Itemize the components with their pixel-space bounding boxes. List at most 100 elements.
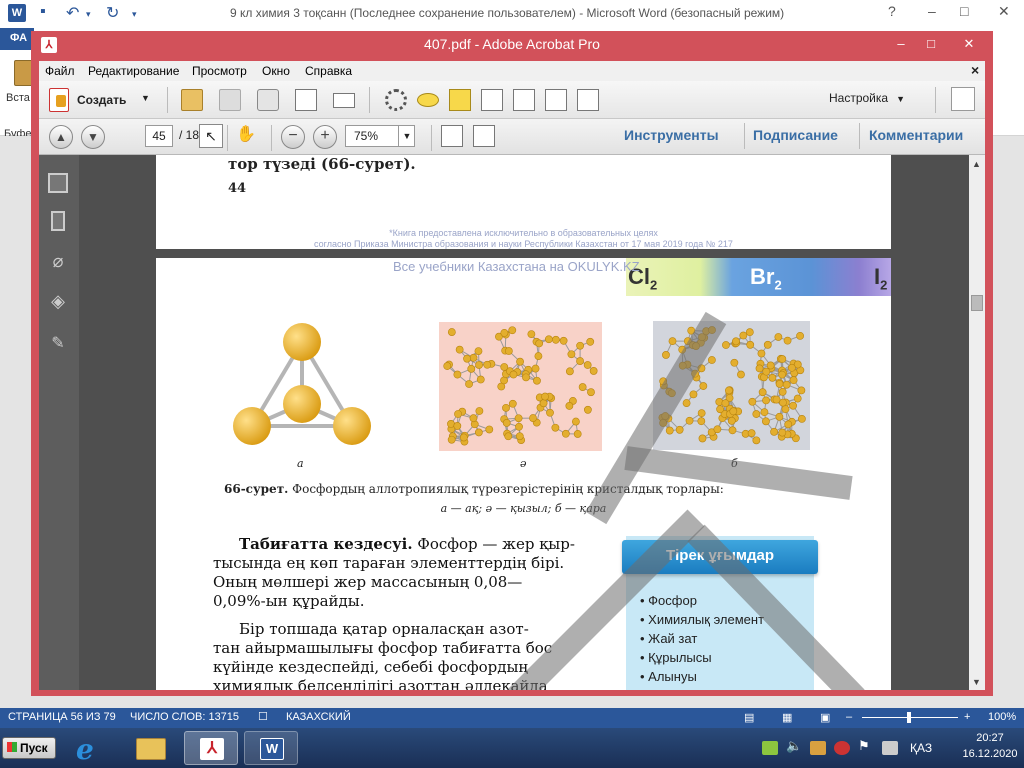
zoom-in-button[interactable]: +	[313, 125, 337, 149]
export-page-icon[interactable]	[545, 89, 567, 111]
paragraph-2-line-4: химиялық белсенділігі азоттан әлдеқайда	[213, 677, 548, 690]
menu-window[interactable]: Окно	[262, 64, 290, 78]
start-button[interactable]: Пуск	[2, 737, 56, 759]
close-document-button[interactable]: ×	[971, 62, 979, 78]
word-help-button[interactable]: ?	[888, 3, 896, 19]
vertical-scrollbar[interactable]: ▲ ▼	[969, 155, 985, 690]
word-maximize-button[interactable]: □	[960, 3, 968, 19]
zoom-out-button[interactable]: –	[846, 711, 852, 723]
previous-pdf-page: тор түзеді (66-сурет). 44 *Книга предост…	[156, 155, 891, 249]
read-mode-icon[interactable]: ▤	[744, 711, 754, 724]
taskbar-word[interactable]: W	[244, 731, 298, 765]
tray-warning-icon[interactable]	[810, 741, 826, 755]
zoom-select[interactable]: 75% ▼	[345, 125, 415, 147]
zoom-out-button[interactable]: −	[281, 125, 305, 149]
web-layout-icon[interactable]: ▣	[820, 711, 830, 724]
search-document-icon[interactable]	[513, 89, 535, 111]
undo-dropdown-icon[interactable]: ▾	[86, 9, 91, 20]
figure-title: 66-сурет. Фосфордың аллотропиялық түрөзг…	[224, 482, 824, 496]
word-minimize-button[interactable]: –	[928, 3, 936, 19]
quick-access-dropdown-icon[interactable]: ▾	[132, 9, 137, 20]
sign-panel-link[interactable]: Подписание	[753, 127, 838, 143]
tray-error-icon[interactable]	[834, 741, 850, 755]
menu-help[interactable]: Справка	[305, 64, 352, 78]
page-number-input[interactable]: 45	[145, 125, 173, 147]
zoom-in-button[interactable]: +	[964, 711, 970, 723]
scroll-up-arrow-icon[interactable]: ▲	[972, 159, 981, 169]
black-phosphorus-atom	[758, 388, 767, 397]
gear-icon[interactable]	[385, 89, 407, 111]
highlight-text-icon[interactable]	[449, 89, 471, 111]
select-cursor-icon[interactable]: ↖	[199, 124, 223, 148]
status-word-count[interactable]: ЧИСЛО СЛОВ: 13715	[130, 711, 239, 723]
input-language[interactable]: ҚАЗ	[910, 741, 932, 755]
fullscreen-expand-icon[interactable]	[951, 87, 975, 111]
save-icon[interactable]: ▪	[40, 3, 46, 21]
layers-icon[interactable]: ◈	[48, 291, 68, 311]
toolbar-divider	[431, 125, 432, 151]
edit-document-icon[interactable]	[295, 89, 317, 111]
comments-panel-link[interactable]: Комментарии	[869, 127, 963, 143]
redo-icon[interactable]: ↻	[106, 3, 119, 23]
acrobat-close-button[interactable]: ✕	[951, 35, 987, 53]
acrobat-menu-bar: Файл Редактирование Просмотр Окно Справк…	[39, 61, 985, 81]
word-file-tab[interactable]: ФА	[0, 28, 34, 50]
undo-icon[interactable]: ↶	[66, 3, 79, 23]
print-layout-icon[interactable]: ▦	[782, 711, 792, 724]
red-phosphorus-atom	[583, 405, 592, 414]
clock[interactable]: 20:27 16.12.2020	[962, 732, 1018, 760]
network-icon[interactable]	[882, 741, 898, 755]
taskbar-internet-explorer[interactable]: e	[64, 731, 118, 766]
next-page-button[interactable]: ▼	[81, 125, 105, 149]
taskbar-acrobat[interactable]: ⅄	[184, 731, 238, 765]
previous-page-button[interactable]: ▲	[49, 125, 73, 149]
scroll-down-arrow-icon[interactable]: ▼	[972, 677, 981, 687]
acrobat-maximize-button[interactable]: □	[917, 35, 945, 53]
halogen-br-symbol: Br	[750, 264, 775, 289]
comment-bubble-icon[interactable]	[417, 93, 439, 107]
word-close-button[interactable]: ✕	[998, 3, 1010, 20]
document-viewport[interactable]: тор түзеді (66-сурет). 44 *Книга предост…	[79, 155, 969, 690]
red-phosphorus-atom	[483, 360, 492, 369]
proofing-icon[interactable]: ☐	[258, 710, 268, 723]
delete-page-icon[interactable]	[481, 89, 503, 111]
black-phosphorus-atom	[760, 408, 769, 417]
scrolling-mode-icon[interactable]	[441, 125, 463, 147]
fit-page-icon[interactable]	[473, 125, 495, 147]
action-center-flag-icon[interactable]: ⚑	[858, 738, 874, 753]
black-phosphorus-atom	[797, 386, 806, 395]
sign-document-icon[interactable]	[577, 89, 599, 111]
save-disk-icon[interactable]	[219, 89, 241, 111]
acrobat-minimize-button[interactable]: –	[887, 35, 915, 53]
attachments-paperclip-icon[interactable]: ⌀	[48, 251, 68, 271]
customize-toolbar-button[interactable]: Настройка ▼	[829, 91, 905, 105]
tools-panel-link[interactable]: Инструменты	[624, 127, 719, 143]
volume-icon[interactable]: 🔈	[786, 738, 802, 753]
email-icon[interactable]	[333, 93, 355, 108]
black-phosphorus-atom	[762, 396, 770, 405]
hand-tool-icon[interactable]: ✋	[235, 124, 257, 146]
zoom-slider-thumb[interactable]	[907, 712, 911, 723]
taskbar-explorer[interactable]	[124, 731, 178, 765]
tray-app-icon[interactable]	[762, 741, 778, 755]
black-phosphorus-lattice	[658, 326, 806, 445]
red-phosphorus-atom	[589, 367, 598, 375]
black-phosphorus-atom	[716, 405, 725, 414]
scrollbar-thumb[interactable]	[971, 295, 983, 311]
status-language[interactable]: КАЗАХСКИЙ	[286, 711, 351, 723]
open-folder-icon[interactable]	[181, 89, 203, 111]
bookmarks-icon[interactable]	[51, 211, 65, 231]
signatures-icon[interactable]: ✎	[48, 333, 68, 353]
menu-edit[interactable]: Редактирование	[88, 64, 179, 78]
paragraph-2-line-3: күйінде кездеспейді, себебі фосфордың	[213, 658, 529, 676]
status-zoom-level[interactable]: 100%	[988, 711, 1016, 723]
create-pdf-icon	[49, 88, 69, 112]
menu-view[interactable]: Просмотр	[192, 64, 247, 78]
menu-file[interactable]: Файл	[45, 64, 75, 78]
status-page-count[interactable]: СТРАНИЦА 56 ИЗ 79	[8, 711, 116, 723]
pdf-app-icon: ⅄	[41, 37, 57, 53]
page-thumbnails-icon[interactable]	[48, 173, 68, 193]
black-phosphorus-atom	[762, 417, 770, 426]
paragraph-1-line-1-text: Фосфор — жер қыр-	[412, 535, 575, 553]
print-icon[interactable]	[257, 89, 279, 111]
